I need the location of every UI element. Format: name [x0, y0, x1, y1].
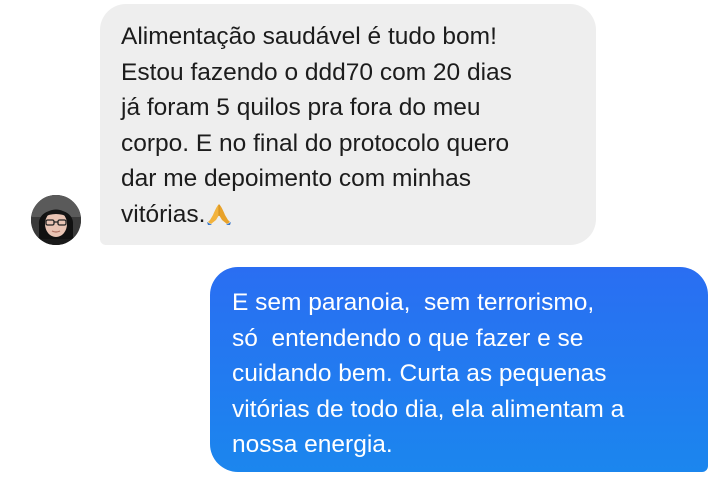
incoming-message-line: Alimentação saudável é tudo bom! [121, 23, 497, 50]
sender-avatar[interactable] [31, 195, 81, 245]
outgoing-message-line: nossa energia. [232, 431, 393, 459]
outgoing-message-line: E sem paranoia, sem terrorismo, [232, 289, 595, 316]
outgoing-message-line: cuidando bem. Curta as pequenas [232, 360, 607, 388]
incoming-message-row: Alimentação saudável é tudo bom! Estou fa… [0, 0, 720, 250]
outgoing-message-line: vitórias de todo dia, ela alimentam a [232, 395, 625, 423]
incoming-message-line: dar me depoimento com minhas [121, 165, 471, 193]
incoming-message-bubble[interactable]: Alimentação saudável é tudo bom! Estou fa… [100, 4, 596, 245]
outgoing-message-bubble[interactable]: E sem paranoia, sem terrorismo, só entend… [210, 267, 708, 472]
incoming-message-line: corpo. E no final do protocolo quero [121, 129, 510, 157]
incoming-message-line: Estou fazendo o ddd70 com 20 dias [121, 58, 512, 86]
outgoing-message-line: só entendendo o que fazer e se [232, 324, 584, 352]
incoming-message-last-line: vitórias. [121, 197, 576, 236]
avatar-photo-icon [31, 195, 81, 245]
incoming-message-line: vitórias. [121, 200, 206, 228]
chat-thread: Alimentação saudável é tudo bom! Estou fa… [0, 0, 720, 489]
incoming-message-line: já foram 5 quilos pra fora do meu [121, 94, 481, 122]
praying-hands-icon [206, 200, 232, 236]
